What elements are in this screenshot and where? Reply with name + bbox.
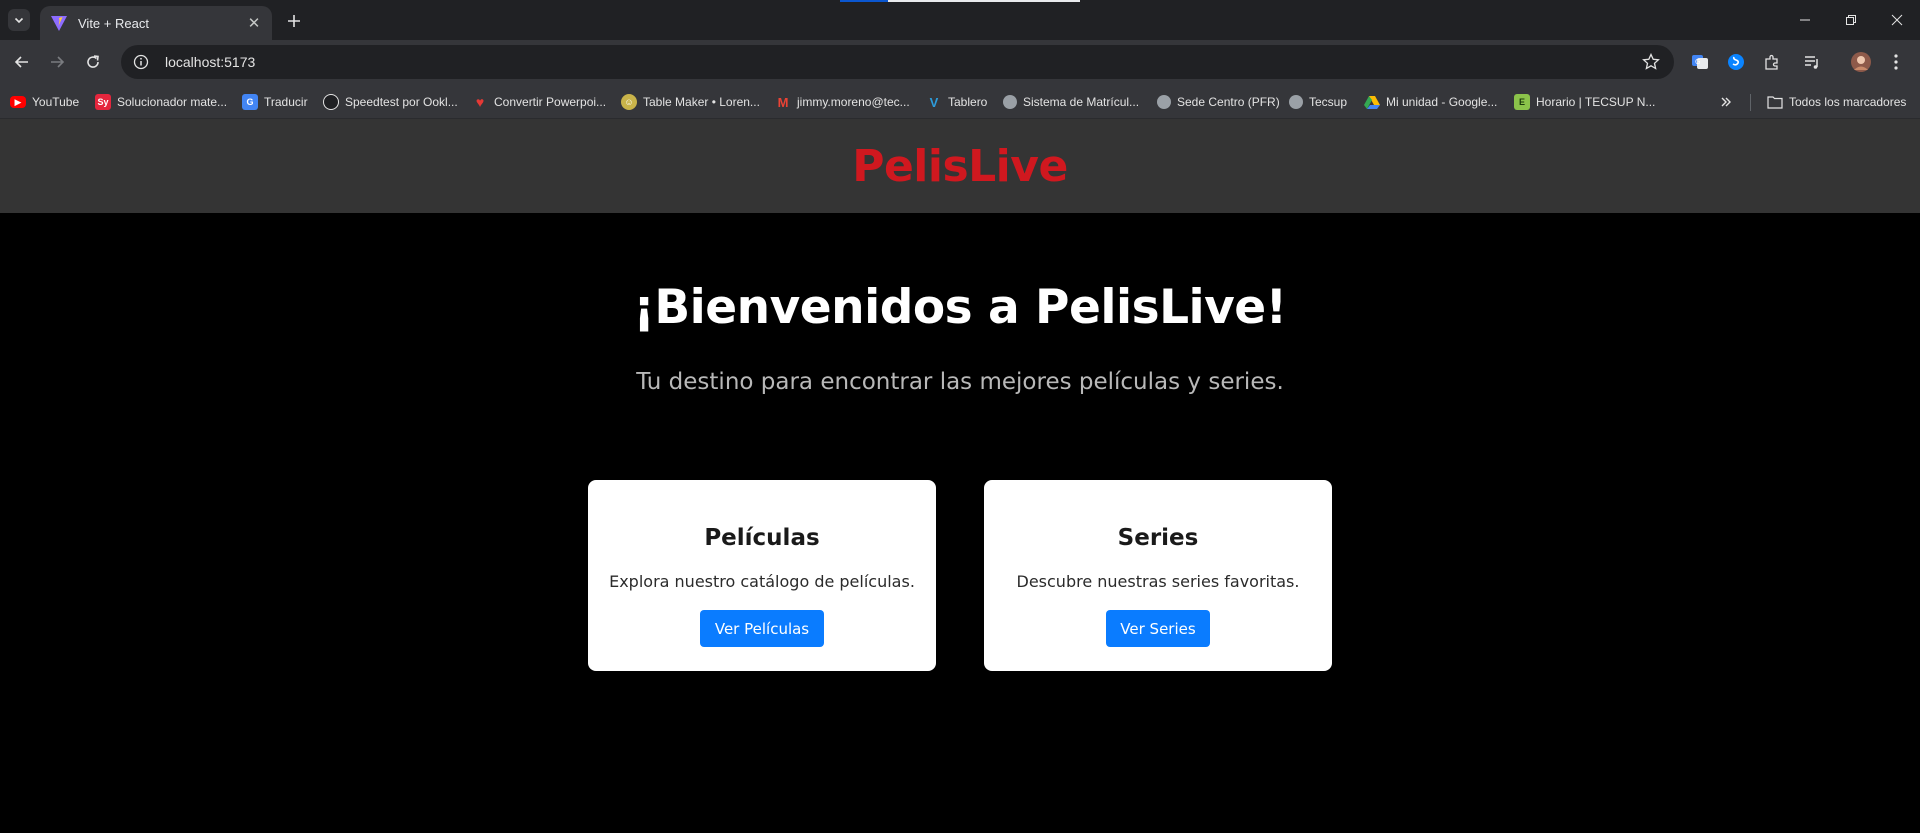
extensions-puzzle-icon[interactable] [1762, 52, 1782, 72]
all-bookmarks-label: Todos los marcadores [1789, 95, 1907, 109]
translate-icon: G [242, 94, 258, 110]
bookmark-gmail[interactable]: M jimmy.moreno@tec... [775, 93, 910, 111]
browser-titlebar: Vite + React ✕ [0, 0, 1920, 40]
bookmark-star-icon[interactable] [1642, 52, 1660, 76]
card-description: Descubre nuestras series favoritas. [1016, 572, 1300, 591]
bookmark-table-maker[interactable]: ☺ Table Maker • Loren... [621, 93, 760, 111]
tab-search-indicator [840, 0, 1080, 2]
url-text[interactable]: localhost:5173 [165, 54, 255, 70]
bookmark-youtube[interactable]: ▶ YouTube [10, 93, 79, 111]
globe-icon [1003, 95, 1017, 109]
site-info-icon[interactable] [131, 52, 151, 72]
google-translate-extension-icon[interactable]: G [1690, 52, 1710, 72]
restore-icon [1846, 15, 1856, 25]
reload-button[interactable] [81, 50, 105, 74]
address-bar[interactable]: localhost:5173 [121, 45, 1674, 79]
bookmark-label: YouTube [32, 95, 80, 109]
bookmark-label: Sede Centro (PFR) [1177, 95, 1280, 109]
bookmark-horario[interactable]: E Horario | TECSUP N... [1514, 93, 1655, 111]
bookmark-tecsup[interactable]: Tecsup [1289, 93, 1347, 111]
close-tab-icon[interactable]: ✕ [244, 13, 264, 33]
vite-icon [51, 16, 67, 31]
tablero-icon: V [929, 94, 939, 110]
bookmark-speedtest[interactable]: Speedtest por Ookl... [323, 93, 458, 111]
all-bookmarks-folder[interactable]: Todos los marcadores [1767, 93, 1906, 111]
solucionador-icon: Sy [95, 94, 111, 110]
minimize-icon [1800, 19, 1810, 21]
heart-icon: ♥ [475, 94, 485, 110]
table-maker-icon: ☺ [621, 94, 637, 110]
bookmark-label: Mi unidad - Google... [1386, 95, 1498, 109]
bookmarks-bar: ▶ YouTube Sy Solucionador mate... G Trad… [0, 85, 1920, 119]
globe-icon [1157, 95, 1171, 109]
browser-toolbar: localhost:5173 G [0, 40, 1920, 85]
bookmark-google-drive[interactable]: Mi unidad - Google... [1364, 93, 1497, 111]
youtube-icon: ▶ [10, 96, 26, 108]
back-button[interactable] [10, 50, 34, 74]
brand-logo[interactable]: PelisLive [852, 141, 1068, 192]
bookmark-solucionador[interactable]: Sy Solucionador mate... [95, 93, 227, 111]
view-movies-button[interactable]: Ver Películas [700, 610, 824, 647]
forward-button[interactable] [45, 50, 69, 74]
bookmark-label: Horario | TECSUP N... [1536, 95, 1656, 109]
hero-title: ¡Bienvenidos a PelisLive! [633, 280, 1287, 335]
arrow-right-icon [51, 56, 65, 68]
bookmark-label: Sistema de Matrícul... [1023, 95, 1140, 109]
bookmark-convertir[interactable]: ♥ Convertir Powerpoi... [472, 93, 606, 111]
bookmark-label: Convertir Powerpoi... [494, 95, 607, 109]
close-window-button[interactable] [1874, 0, 1920, 40]
speedtest-icon [323, 94, 339, 110]
bookmark-sistema-matricula[interactable]: Sistema de Matrícul... [1003, 93, 1139, 111]
bookmark-label: Speedtest por Ookl... [345, 95, 458, 109]
reload-icon [87, 55, 99, 68]
more-bookmarks-button[interactable] [1719, 93, 1733, 111]
media-controls-icon[interactable] [1802, 52, 1822, 72]
gmail-icon: M [777, 94, 789, 110]
double-chevron-right-icon [1721, 97, 1731, 107]
bookmark-sede-centro[interactable]: Sede Centro (PFR) [1157, 93, 1280, 111]
hero-subtitle: Tu destino para encontrar las mejores pe… [636, 369, 1284, 395]
bookmark-tablero[interactable]: V Tablero [926, 93, 988, 111]
chevron-down-icon [14, 17, 24, 24]
horario-icon: E [1514, 94, 1530, 110]
shazam-extension-icon[interactable] [1726, 52, 1746, 72]
close-icon [1891, 14, 1903, 26]
card-title: Series [1117, 525, 1199, 551]
site-header: PelisLive [0, 119, 1920, 213]
tab-title: Vite + React [78, 15, 149, 31]
bookmark-label: jimmy.moreno@tec... [797, 95, 910, 109]
browser-menu-icon[interactable] [1886, 52, 1906, 72]
view-series-button[interactable]: Ver Series [1106, 610, 1210, 647]
arrow-left-icon [14, 56, 28, 68]
movies-card: Películas Explora nuestro catálogo de pe… [588, 480, 936, 671]
profile-avatar[interactable] [1851, 52, 1871, 72]
card-title: Películas [704, 525, 820, 551]
tab-list-button[interactable] [8, 9, 30, 31]
restore-button[interactable] [1828, 0, 1874, 40]
svg-text:G: G [1695, 58, 1700, 66]
series-card: Series Descubre nuestras series favorita… [984, 480, 1332, 671]
bookmark-traducir[interactable]: G Traducir [242, 93, 308, 111]
bookmark-label: Tecsup [1309, 95, 1348, 109]
card-description: Explora nuestro catálogo de películas. [609, 572, 915, 591]
minimize-button[interactable] [1782, 0, 1828, 40]
bookmark-label: Traducir [264, 95, 308, 109]
active-tab[interactable]: Vite + React ✕ [40, 6, 272, 40]
bookmarks-divider [1750, 94, 1751, 111]
bookmark-label: Tablero [948, 95, 988, 109]
plus-icon [288, 15, 300, 27]
bookmark-label: Solucionador mate... [117, 95, 228, 109]
bookmark-label: Table Maker • Loren... [643, 95, 760, 109]
folder-icon [1767, 96, 1783, 109]
globe-icon [1289, 95, 1303, 109]
google-drive-icon [1364, 94, 1380, 110]
new-tab-button[interactable] [282, 9, 306, 33]
